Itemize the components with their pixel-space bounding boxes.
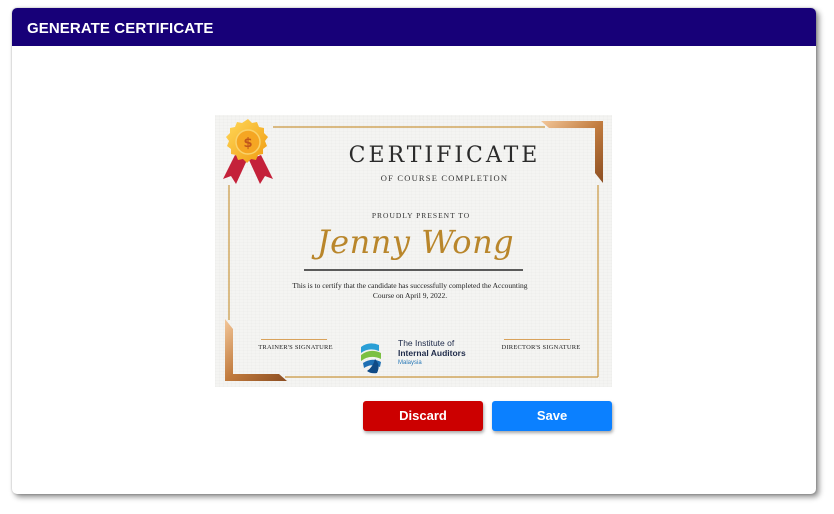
- name-underline: [304, 269, 523, 271]
- certificate-subtitle: OF COURSE COMPLETION: [380, 173, 509, 183]
- institute-logo-text: The Institute of Internal Auditors Malay…: [398, 338, 466, 368]
- save-button[interactable]: Save: [492, 401, 612, 431]
- director-signature-line: [504, 339, 570, 340]
- trainer-signature-line: [261, 339, 327, 340]
- certificate-body-line2: Course on April 9, 2022.: [372, 291, 448, 300]
- iia-logo-icon: [361, 343, 381, 374]
- certificate-preview: $ CERTIFICATE OF COURSE COMPLETION PROUD…: [215, 115, 612, 387]
- recipient-name: Jenny Wong: [316, 223, 515, 261]
- certificate-body: This is to certify that the candidate ha…: [270, 281, 550, 301]
- logo-line3: Malaysia: [398, 360, 422, 366]
- certificate-title: CERTIFICATE: [348, 143, 541, 168]
- discard-button[interactable]: Discard: [363, 401, 483, 431]
- logo-line2: Internal Auditors: [398, 347, 466, 358]
- trainer-signature-label: TRAINER'S SIGNATURE: [258, 344, 333, 351]
- panel-title: GENERATE CERTIFICATE: [12, 8, 816, 46]
- generate-certificate-panel: GENERATE CERTIFICATE $ CERTIFICATE OF CO…: [12, 8, 816, 494]
- director-signature-label: DIRECTOR'S SIGNATURE: [501, 344, 581, 351]
- present-text: PROUDLY PRESENT TO: [371, 211, 471, 220]
- certificate-body-line1: This is to certify that the candidate ha…: [292, 281, 528, 290]
